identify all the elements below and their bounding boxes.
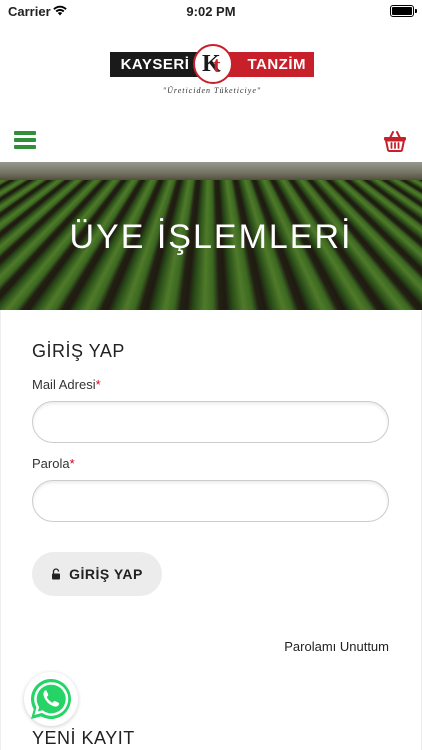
required-mark: *	[95, 377, 101, 392]
status-bar: Carrier 9:02 PM	[0, 0, 422, 24]
logo-tagline: "Üreticiden Tüketiciye"	[162, 86, 262, 95]
login-button-label: GİRİŞ YAP	[69, 566, 143, 582]
logo-left-text: KAYSERİ	[110, 52, 200, 77]
page-title: ÜYE İŞLEMLERİ	[69, 218, 353, 256]
whatsapp-button[interactable]	[24, 672, 78, 726]
lock-icon	[52, 568, 61, 580]
hamburger-menu-icon[interactable]	[14, 131, 36, 149]
login-section-title: GİRİŞ YAP	[32, 341, 125, 361]
password-field[interactable]	[32, 480, 389, 522]
required-mark: *	[69, 456, 75, 471]
forgot-password-link[interactable]: Parolamı Unuttum	[284, 639, 389, 654]
email-field[interactable]	[32, 401, 389, 443]
hero-banner: ÜYE İŞLEMLERİ	[0, 162, 422, 310]
login-button[interactable]: GİRİŞ YAP	[32, 552, 162, 596]
shopping-basket-icon[interactable]	[383, 129, 407, 153]
clock: 9:02 PM	[186, 4, 236, 19]
logo-emblem-icon: Kt	[193, 44, 233, 84]
email-label: Mail Adresi*	[32, 377, 101, 392]
signup-section-title: YENİ KAYIT	[32, 728, 135, 748]
whatsapp-icon	[31, 679, 71, 719]
password-label: Parola*	[32, 456, 75, 471]
battery-icon	[390, 5, 417, 17]
brand-logo[interactable]: KAYSERİ TANZİM Kt "Üreticiden Tüketiciye…	[110, 44, 314, 100]
